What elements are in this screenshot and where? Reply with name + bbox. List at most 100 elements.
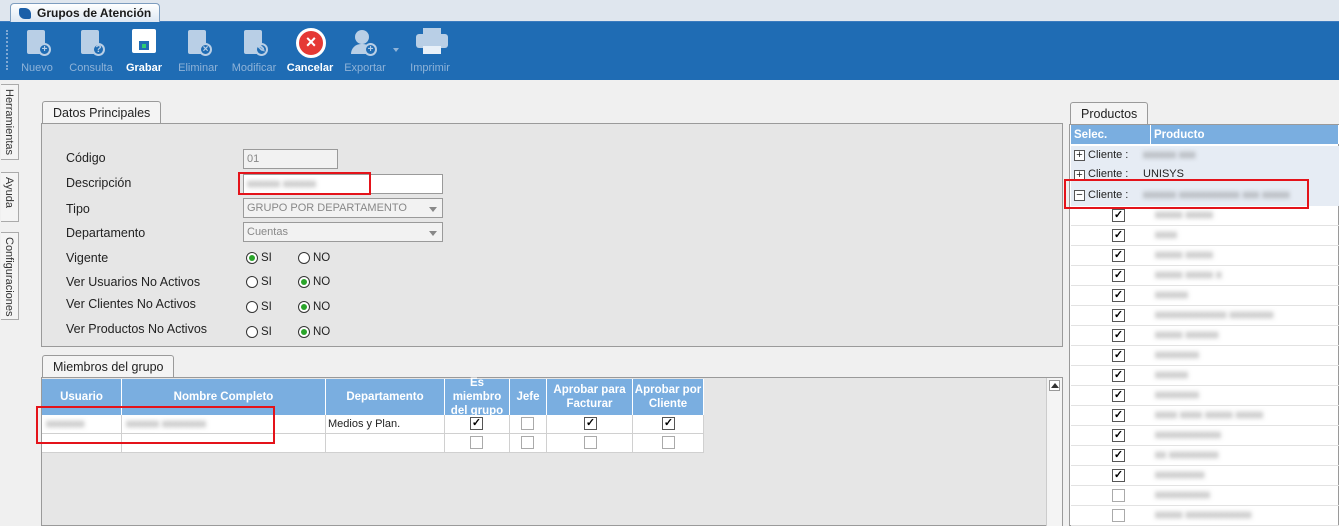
vigente-no-radio[interactable] xyxy=(298,252,310,264)
ver-productos-si-radio[interactable] xyxy=(246,326,258,338)
tab-label: Grupos de Atención xyxy=(37,6,152,20)
product-checkbox[interactable]: ✓ xyxy=(1112,369,1125,382)
ver-productos-no-radio[interactable] xyxy=(298,326,310,338)
product-row[interactable]: ✓ xxxxxxxxxxxx xyxy=(1071,426,1339,446)
tab-miembros-del-grupo[interactable]: Miembros del grupo xyxy=(42,355,175,378)
product-row[interactable]: ✓ xxxx xxxx xxxxx xxxxx xyxy=(1071,406,1339,426)
es-miembro-checkbox[interactable] xyxy=(470,436,483,449)
aprobar-cliente-checkbox[interactable] xyxy=(662,436,675,449)
printer-icon xyxy=(416,28,448,56)
product-name: xxxxxxxxxxxxx xxxxxxxx xyxy=(1155,309,1274,321)
jefe-checkbox[interactable] xyxy=(521,436,534,449)
product-row[interactable]: ✓ xxxx xyxy=(1071,226,1339,246)
departamento-select[interactable]: Cuentas xyxy=(243,222,443,242)
query-button[interactable]: ? Consulta xyxy=(66,22,116,80)
product-row[interactable]: xxxxxxxxxx xyxy=(1071,486,1339,506)
scroll-up-button[interactable] xyxy=(1049,380,1060,391)
es-miembro-checkbox[interactable]: ✓ xyxy=(470,417,483,430)
product-checkbox[interactable]: ✓ xyxy=(1112,409,1125,422)
client-group-row[interactable]: + Cliente : xxxxxx xxx xyxy=(1071,146,1339,166)
product-checkbox[interactable]: ✓ xyxy=(1112,329,1125,342)
col-aprobar-facturar[interactable]: Aprobar para Facturar xyxy=(547,379,633,415)
col-departamento[interactable]: Departamento xyxy=(326,379,445,415)
print-button[interactable]: Imprimir xyxy=(406,22,454,80)
product-row[interactable]: ✓ xxxxxxxx xyxy=(1071,386,1339,406)
selec-cell: ✓ xyxy=(1071,446,1151,466)
tab-grupos-de-atencion[interactable]: Grupos de Atención xyxy=(10,3,161,23)
table-row-cell xyxy=(445,434,510,453)
product-checkbox[interactable]: ✓ xyxy=(1112,349,1125,362)
tab-productos[interactable]: Productos xyxy=(1070,102,1149,125)
product-row[interactable]: xxxxx xxxxxxxxxxxx xyxy=(1071,506,1339,526)
codigo-label: Código xyxy=(66,151,106,165)
side-tab-herramientas[interactable]: Herramientas xyxy=(1,84,19,160)
product-row[interactable]: ✓ xxxxx xxxxxx xyxy=(1071,326,1339,346)
selec-cell xyxy=(1071,506,1151,526)
product-row[interactable]: ✓ xxxxxx xyxy=(1071,286,1339,306)
producto-cell: xxxxxxxx xyxy=(1151,386,1339,406)
product-checkbox[interactable] xyxy=(1112,509,1125,522)
save-button[interactable]: Grabar xyxy=(122,22,166,80)
product-checkbox[interactable]: ✓ xyxy=(1112,229,1125,242)
toolbar-grip xyxy=(6,30,8,70)
aprobar-facturar-checkbox[interactable]: ✓ xyxy=(584,417,597,430)
ver-usuarios-no-radio[interactable] xyxy=(298,276,310,288)
product-row[interactable]: ✓ xxxxx xxxxx x xyxy=(1071,266,1339,286)
side-tab-ayuda[interactable]: Ayuda xyxy=(1,172,19,222)
table-row-departamento[interactable]: Medios y Plan. xyxy=(326,415,445,434)
product-row[interactable]: ✓ xxxxxx xyxy=(1071,366,1339,386)
product-checkbox[interactable]: ✓ xyxy=(1112,289,1125,302)
table-row-cell xyxy=(510,434,547,453)
product-checkbox[interactable]: ✓ xyxy=(1112,389,1125,402)
vigente-si-radio[interactable] xyxy=(246,252,258,264)
aprobar-facturar-checkbox[interactable] xyxy=(584,436,597,449)
col-jefe[interactable]: Jefe xyxy=(510,379,547,415)
product-row[interactable]: ✓ xxxxxxxx xyxy=(1071,346,1339,366)
product-row[interactable]: ✓ xxxxx xxxxx xyxy=(1071,246,1339,266)
edit-button[interactable]: ✎ Modificar xyxy=(228,22,280,80)
product-checkbox[interactable]: ✓ xyxy=(1112,449,1125,462)
product-name: xxxxx xxxxx xyxy=(1155,249,1214,261)
product-name: xxxxxxxx xyxy=(1155,349,1199,361)
table-row-departamento[interactable] xyxy=(326,434,445,453)
miembros-scrollbar[interactable] xyxy=(1046,378,1062,526)
product-checkbox[interactable]: ✓ xyxy=(1112,269,1125,282)
chevron-down-icon xyxy=(429,231,437,236)
side-tab-configuraciones[interactable]: Configuraciones xyxy=(1,232,19,320)
product-checkbox[interactable]: ✓ xyxy=(1112,209,1125,222)
highlight-box-usuario xyxy=(36,406,275,444)
chevron-down-icon xyxy=(429,207,437,212)
aprobar-cliente-checkbox[interactable]: ✓ xyxy=(662,417,675,430)
jefe-checkbox[interactable] xyxy=(521,417,534,430)
product-checkbox[interactable] xyxy=(1112,489,1125,502)
new-button[interactable]: + Nuevo xyxy=(16,22,58,80)
product-row[interactable]: ✓ xx xxxxxxxxx xyxy=(1071,446,1339,466)
product-checkbox[interactable]: ✓ xyxy=(1112,249,1125,262)
ver-clientes-no-radio[interactable] xyxy=(298,301,310,313)
product-row[interactable]: ✓ xxxxx xxxxx xyxy=(1071,206,1339,226)
tab-datos-principales[interactable]: Datos Principales xyxy=(42,101,162,124)
col-es-miembro[interactable]: Es miembro del grupo xyxy=(445,377,510,417)
export-button[interactable]: + Exportar xyxy=(340,22,390,80)
cancel-button[interactable]: × Cancelar xyxy=(286,22,334,80)
chevron-down-icon xyxy=(393,48,399,52)
product-row[interactable]: ✓ xxxxxxxxx xyxy=(1071,466,1339,486)
export-dropdown-arrow[interactable] xyxy=(391,22,401,80)
product-checkbox[interactable]: ✓ xyxy=(1112,469,1125,482)
product-checkbox[interactable]: ✓ xyxy=(1112,429,1125,442)
selec-cell: ✓ xyxy=(1071,246,1151,266)
col-producto[interactable]: Producto xyxy=(1151,125,1339,144)
producto-cell: xxxxxxxxx xyxy=(1151,466,1339,486)
col-selec[interactable]: Selec. xyxy=(1071,125,1151,144)
delete-button[interactable]: × Eliminar xyxy=(174,22,222,80)
ver-usuarios-si-radio[interactable] xyxy=(246,276,258,288)
product-row[interactable]: ✓ xxxxxxxxxxxxx xxxxxxxx xyxy=(1071,306,1339,326)
producto-cell: xxxx xyxy=(1151,226,1339,246)
expand-icon[interactable]: + xyxy=(1074,150,1085,161)
product-checkbox[interactable]: ✓ xyxy=(1112,309,1125,322)
col-aprobar-cliente[interactable]: Aprobar por Cliente xyxy=(633,379,704,415)
ver-clientes-si-radio[interactable] xyxy=(246,301,258,313)
tipo-select[interactable]: GRUPO POR DEPARTAMENTO xyxy=(243,198,443,218)
codigo-field[interactable]: 01 xyxy=(243,149,338,169)
datos-principales-panel xyxy=(41,123,1063,347)
